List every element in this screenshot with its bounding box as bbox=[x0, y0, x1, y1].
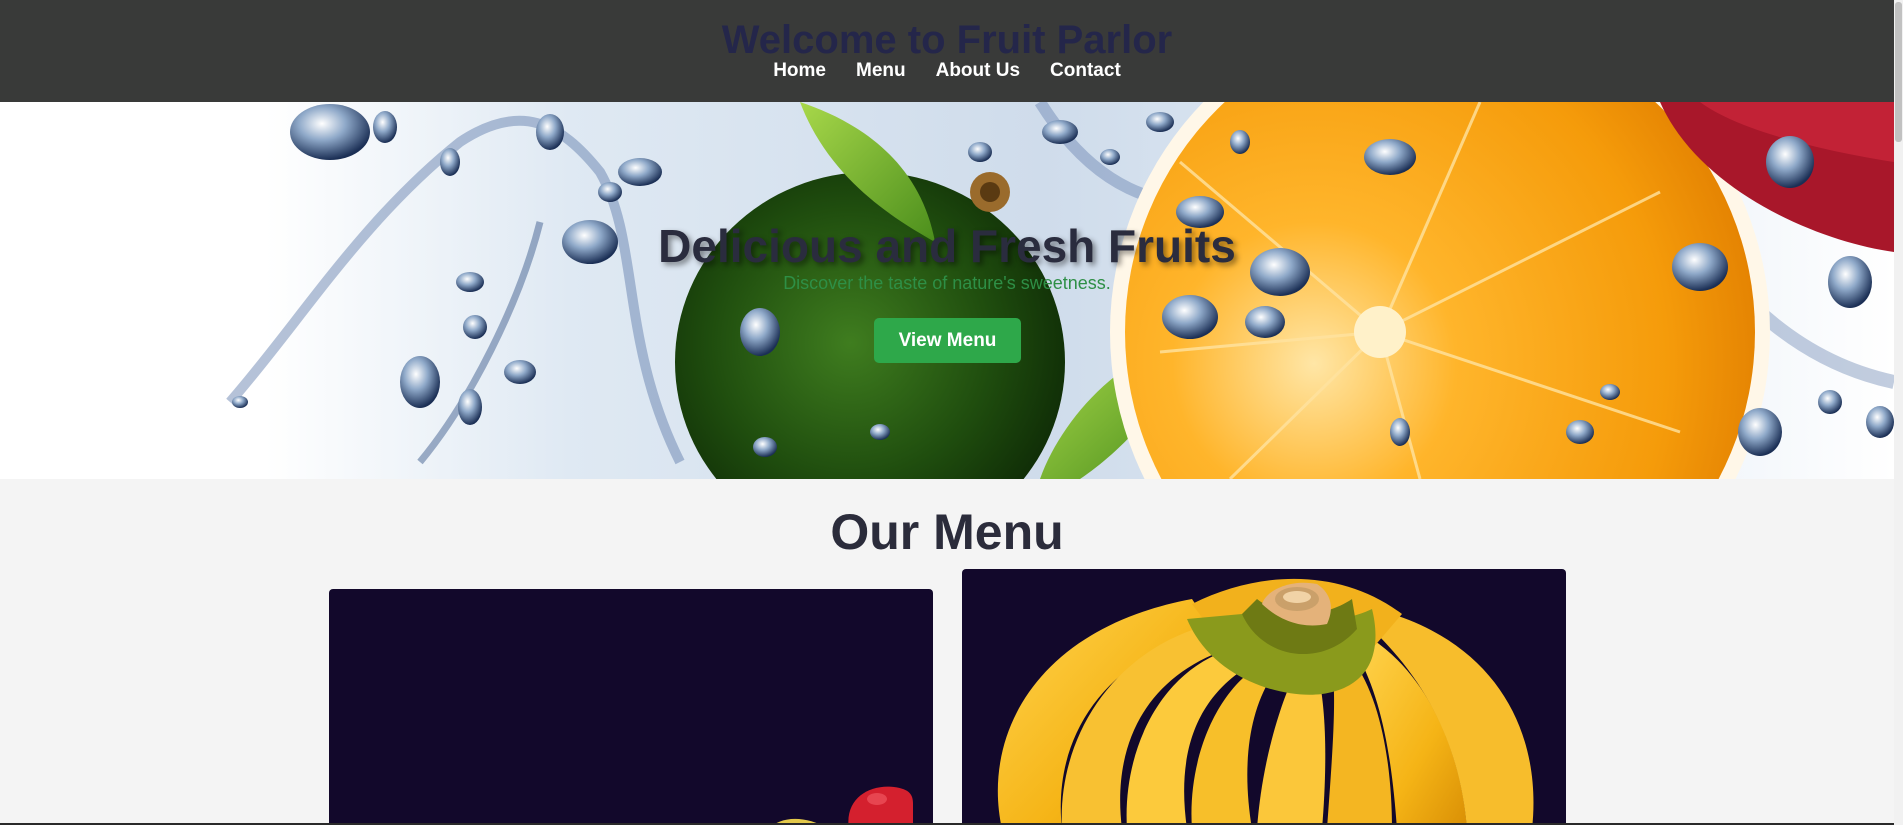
apple-fruit-image bbox=[773, 786, 913, 825]
menu-card-banana[interactable] bbox=[962, 569, 1566, 825]
nav-about-link[interactable]: About Us bbox=[936, 58, 1020, 84]
hero-title: Delicious and Fresh Fruits bbox=[658, 220, 1236, 272]
hero-subtitle: Discover the taste of nature's sweetness… bbox=[783, 273, 1111, 293]
site-header: Welcome to Fruit Parlor Home Menu About … bbox=[0, 0, 1894, 102]
hero-banner: Delicious and Fresh Fruits Discover the … bbox=[0, 102, 1894, 479]
main-nav: Home Menu About Us Contact bbox=[0, 58, 1894, 84]
menu-section: Our Menu bbox=[0, 479, 1894, 825]
menu-card-apple[interactable] bbox=[329, 589, 933, 825]
view-menu-button[interactable]: View Menu bbox=[874, 318, 1021, 363]
site-title: Welcome to Fruit Parlor bbox=[721, 18, 1173, 62]
page-scrollbar[interactable] bbox=[1894, 0, 1903, 825]
banana-bunch-image bbox=[997, 578, 1534, 825]
menu-heading: Our Menu bbox=[830, 504, 1064, 560]
scrollbar-thumb[interactable] bbox=[1895, 2, 1902, 142]
nav-contact-link[interactable]: Contact bbox=[1050, 58, 1121, 84]
nav-home-link[interactable]: Home bbox=[773, 58, 826, 84]
nav-menu-link[interactable]: Menu bbox=[856, 58, 906, 84]
